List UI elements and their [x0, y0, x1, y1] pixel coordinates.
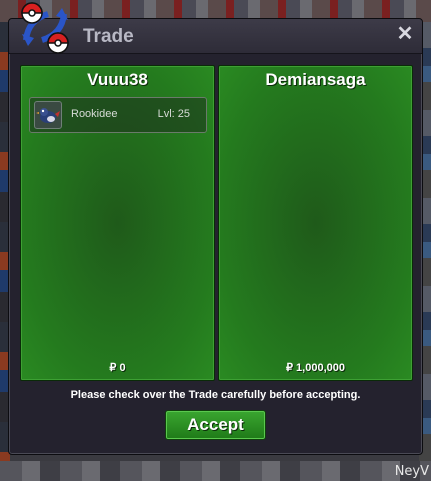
- trade-logo-icon: [21, 2, 69, 54]
- right-trainer-name: Demiansaga: [265, 70, 366, 89]
- right-money-offer: ₽ 1,000,000: [286, 362, 345, 374]
- trade-window: Trade ✕ Vuuu38 Rookidee Lvl: 25 ₽ 0 Demi…: [8, 18, 423, 455]
- pokemon-name: Rookidee: [71, 108, 118, 120]
- accept-button[interactable]: Accept: [165, 410, 266, 440]
- trade-notice: Please check over the Trade carefully be…: [70, 389, 361, 401]
- left-money-offer: ₽ 0: [109, 362, 126, 374]
- offered-pokemon-slot[interactable]: Rookidee Lvl: 25: [29, 97, 207, 133]
- pokemon-level: Lvl: 25: [157, 108, 190, 120]
- close-button[interactable]: ✕: [394, 23, 416, 45]
- window-title: Trade: [83, 26, 134, 47]
- partner-offer-panel: Demiansaga ₽ 1,000,000: [218, 65, 413, 381]
- rookidee-sprite-icon: [34, 101, 62, 129]
- left-trainer-name: Vuuu38: [87, 70, 148, 89]
- game-world-background-bottom: [0, 461, 431, 481]
- world-player-name-fragment: NeyV: [394, 464, 429, 479]
- my-offer-panel: Vuuu38 Rookidee Lvl: 25 ₽ 0: [20, 65, 215, 381]
